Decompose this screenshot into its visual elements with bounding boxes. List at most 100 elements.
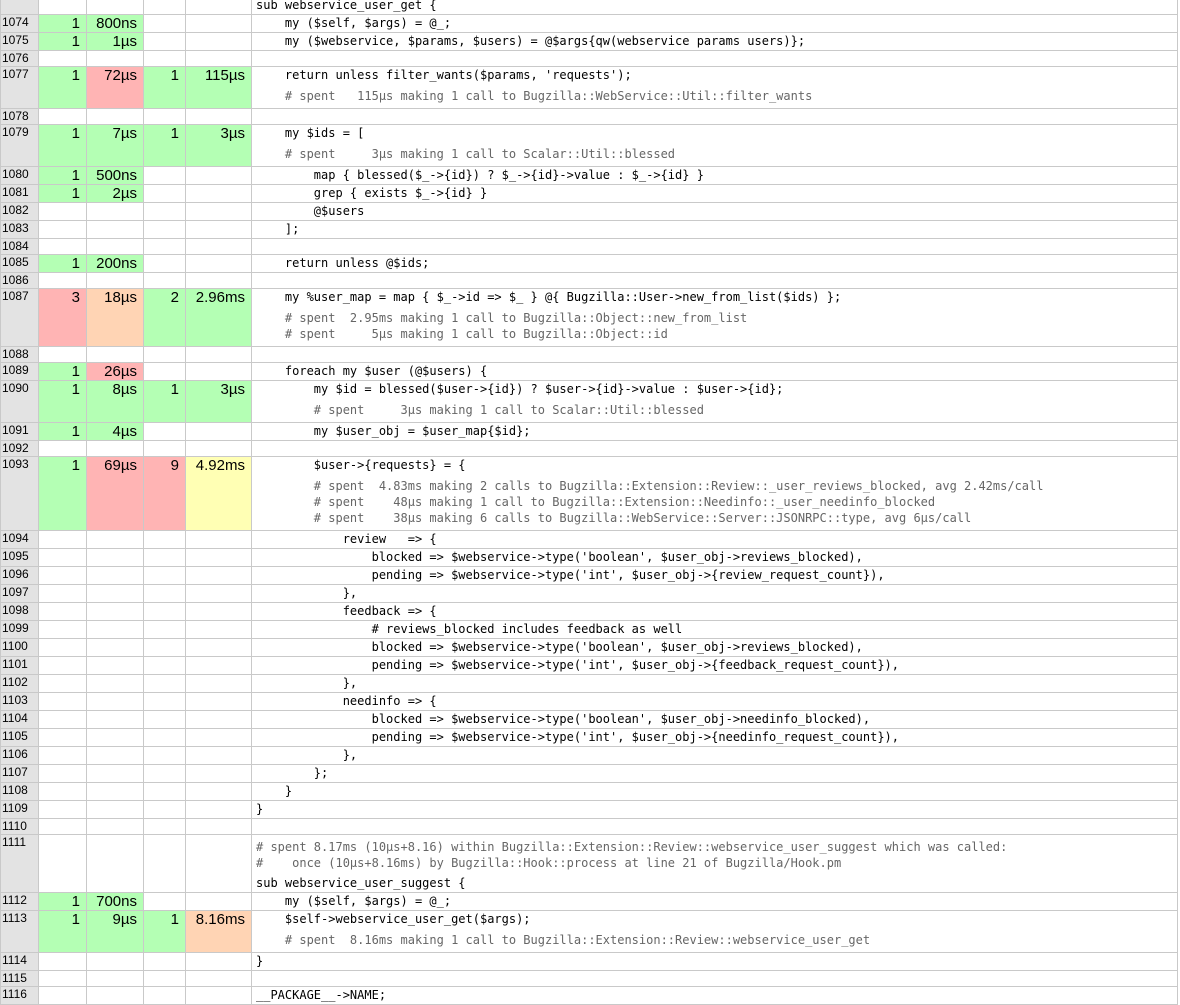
line-number[interactable]: 1094: [0, 530, 39, 549]
line-number[interactable]: [0, 0, 39, 15]
time-on-line: [86, 834, 144, 893]
source-code: @$users: [251, 202, 1178, 221]
code-line: my $user_obj = $user_map{$id};: [256, 424, 531, 438]
line-number[interactable]: 1102: [0, 674, 39, 693]
line-number[interactable]: 1088: [0, 346, 39, 363]
profile-comment[interactable]: # spent 3µs making 1 call to Scalar::Uti…: [256, 146, 1177, 162]
line-number[interactable]: 1109: [0, 800, 39, 819]
profile-comment[interactable]: # spent 4.83ms making 2 calls to Bugzill…: [256, 478, 1177, 494]
source-line-row: 1106 },: [0, 746, 1178, 765]
line-number[interactable]: 1095: [0, 548, 39, 567]
line-number[interactable]: 1099: [0, 620, 39, 639]
profile-comment[interactable]: # spent 115µs making 1 call to Bugzilla:…: [256, 88, 1177, 104]
line-number[interactable]: 1100: [0, 638, 39, 657]
line-number[interactable]: 1105: [0, 728, 39, 747]
line-number[interactable]: 1091: [0, 422, 39, 441]
profile-comment[interactable]: # spent 3µs making 1 call to Scalar::Uti…: [256, 402, 1177, 418]
line-number[interactable]: 1114: [0, 952, 39, 971]
line-number[interactable]: 1075: [0, 32, 39, 51]
profile-comment[interactable]: # spent 2.95ms making 1 call to Bugzilla…: [256, 310, 1177, 326]
line-number[interactable]: 1116: [0, 986, 39, 1005]
time-in-subs: [185, 584, 252, 603]
profile-comment[interactable]: # spent 8.16ms making 1 call to Bugzilla…: [256, 932, 1177, 948]
line-number[interactable]: 1083: [0, 220, 39, 239]
line-number[interactable]: 1092: [0, 440, 39, 457]
line-number[interactable]: 1097: [0, 584, 39, 603]
statements-count: [38, 834, 87, 893]
calls-count: [143, 892, 186, 911]
source-line-row: 1101 pending => $webservice->type('int',…: [0, 656, 1178, 675]
calls-count: [143, 422, 186, 441]
line-number[interactable]: 1079: [0, 124, 39, 167]
time-in-subs: [185, 202, 252, 221]
statements-count: [38, 952, 87, 971]
source-line-row: 1111 # spent 8.17ms (10µs+8.16) within Bu…: [0, 834, 1178, 893]
line-number[interactable]: 1078: [0, 108, 39, 125]
calls-count: 9: [143, 456, 186, 531]
source-line-row: 1102 },: [0, 674, 1178, 693]
line-number[interactable]: 1108: [0, 782, 39, 801]
line-number[interactable]: 1101: [0, 656, 39, 675]
line-number[interactable]: 1077: [0, 66, 39, 109]
statements-count: [38, 238, 87, 255]
statements-count: 1: [38, 124, 87, 167]
line-number[interactable]: 1103: [0, 692, 39, 711]
line-number[interactable]: 1110: [0, 818, 39, 835]
profile-comment[interactable]: # spent 38µs making 6 calls to Bugzilla:…: [256, 510, 1177, 526]
calls-count: [143, 584, 186, 603]
time-in-subs: [185, 440, 252, 457]
time-in-subs: [185, 238, 252, 255]
time-on-line: [86, 818, 144, 835]
line-number[interactable]: 1076: [0, 50, 39, 67]
time-on-line: [86, 952, 144, 971]
line-number[interactable]: 1115: [0, 970, 39, 987]
time-in-subs: 3µs: [185, 380, 252, 423]
source-line-row: 1104 blocked => $webservice->type('boole…: [0, 710, 1178, 729]
source-line-row: 1082 @$users: [0, 202, 1178, 221]
line-number[interactable]: 1112: [0, 892, 39, 911]
time-on-line: [86, 548, 144, 567]
line-number[interactable]: 1080: [0, 166, 39, 185]
time-on-line: [86, 50, 144, 67]
statements-count: 1: [38, 422, 87, 441]
calls-count: [143, 674, 186, 693]
statements-count: 1: [38, 184, 87, 203]
time-in-subs: [185, 254, 252, 273]
source-line-row: 1090 1 8µs 1 3µs my $id = blessed($user->{id…: [0, 380, 1178, 423]
source-code: sub webservice_user_get {: [251, 0, 1178, 15]
line-number[interactable]: 1074: [0, 14, 39, 33]
line-number[interactable]: 1113: [0, 910, 39, 953]
profile-comment[interactable]: # spent 48µs making 1 call to Bugzilla::…: [256, 494, 1177, 510]
line-number[interactable]: 1084: [0, 238, 39, 255]
time-in-subs: [185, 986, 252, 1005]
line-number[interactable]: 1104: [0, 710, 39, 729]
line-number[interactable]: 1090: [0, 380, 39, 423]
profile-comment[interactable]: # spent 5µs making 1 call to Bugzilla::O…: [256, 326, 1177, 342]
line-number[interactable]: 1107: [0, 764, 39, 783]
line-number[interactable]: 1106: [0, 746, 39, 765]
line-number[interactable]: 1111: [0, 834, 39, 893]
source-line-row: 1076: [0, 50, 1178, 67]
calls-count: 1: [143, 66, 186, 109]
calls-count: [143, 362, 186, 381]
statements-count: 1: [38, 66, 87, 109]
calls-count: [143, 638, 186, 657]
calls-count: [143, 346, 186, 363]
line-number[interactable]: 1096: [0, 566, 39, 585]
line-number[interactable]: 1093: [0, 456, 39, 531]
source-code: },: [251, 584, 1178, 603]
line-number[interactable]: 1098: [0, 602, 39, 621]
statements-count: 1: [38, 362, 87, 381]
code-line: my %user_map = map { $_->id => $_ } @{ B…: [256, 290, 842, 304]
source-line-row: 1114}: [0, 952, 1178, 971]
line-number[interactable]: 1086: [0, 272, 39, 289]
statements-count: [38, 818, 87, 835]
time-on-line: 72µs: [86, 66, 144, 109]
line-number[interactable]: 1085: [0, 254, 39, 273]
line-number[interactable]: 1081: [0, 184, 39, 203]
line-number[interactable]: 1089: [0, 362, 39, 381]
line-number[interactable]: 1082: [0, 202, 39, 221]
statements-count: 1: [38, 910, 87, 953]
time-on-line: [86, 602, 144, 621]
line-number[interactable]: 1087: [0, 288, 39, 347]
